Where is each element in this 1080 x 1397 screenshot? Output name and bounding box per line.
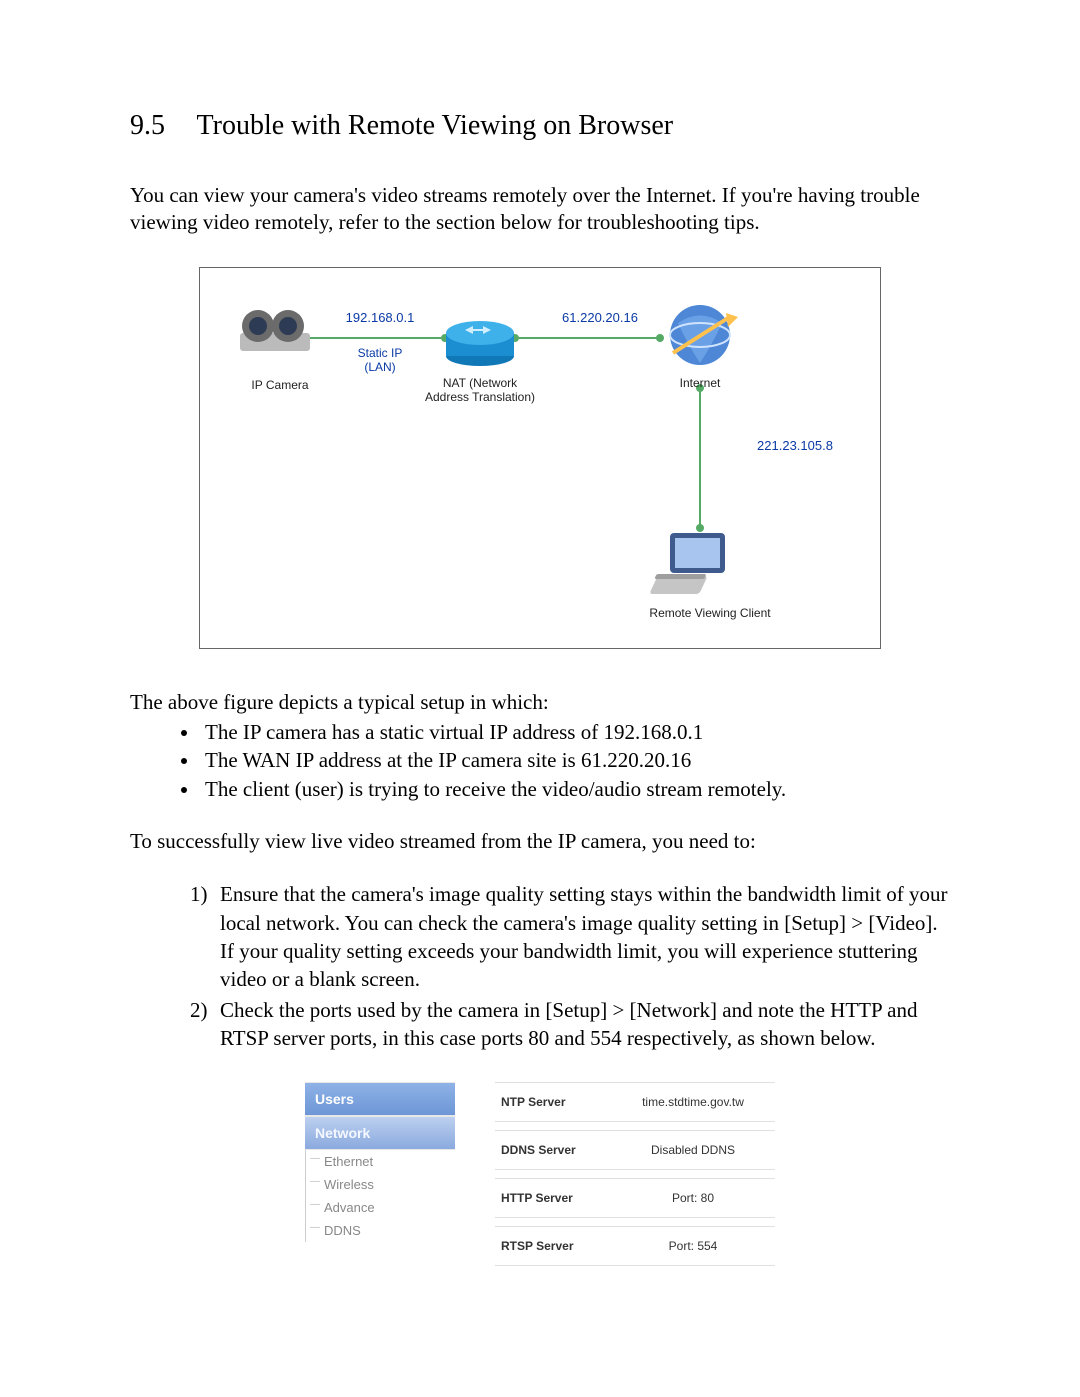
settings-key: HTTP Server xyxy=(495,1191,611,1205)
settings-nav: Users Network Ethernet Wireless Advance … xyxy=(305,1082,455,1274)
settings-table: NTP Server time.stdtime.gov.tw DDNS Serv… xyxy=(495,1082,775,1274)
network-diagram-wrap: IP Camera 192.168.0.1 Static IP (LAN) NA… xyxy=(130,267,950,649)
settings-key: NTP Server xyxy=(495,1095,611,1109)
settings-row-rtsp: RTSP Server Port: 554 xyxy=(495,1226,775,1266)
settings-value: Disabled DDNS xyxy=(611,1143,775,1157)
page: 9.5 Trouble with Remote Viewing on Brows… xyxy=(0,0,1080,1334)
client-label: Remote Viewing Client xyxy=(630,606,790,620)
step-item: Check the ports used by the camera in [S… xyxy=(190,996,950,1053)
network-diagram: IP Camera 192.168.0.1 Static IP (LAN) NA… xyxy=(199,267,881,649)
nav-sub-ethernet[interactable]: Ethernet xyxy=(305,1150,455,1173)
step-item: Ensure that the camera's image quality s… xyxy=(190,880,950,993)
settings-value: Port: 554 xyxy=(611,1239,775,1253)
settings-value: Port: 80 xyxy=(611,1191,775,1205)
static-ip-sub: Static IP (LAN) xyxy=(340,346,420,374)
client-pc-icon xyxy=(649,533,725,594)
settings-row-http: HTTP Server Port: 80 xyxy=(495,1178,775,1218)
settings-row-ddns: DDNS Server Disabled DDNS xyxy=(495,1130,775,1170)
settings-value: time.stdtime.gov.tw xyxy=(611,1095,775,1109)
section-heading: 9.5 Trouble with Remote Viewing on Brows… xyxy=(130,110,950,142)
nav-sub-ddns[interactable]: DDNS xyxy=(305,1219,455,1242)
ip-camera-label: IP Camera xyxy=(240,378,320,392)
settings-screenshot: Users Network Ethernet Wireless Advance … xyxy=(130,1082,950,1274)
wan-ip-value: 61.220.20.16 xyxy=(550,310,650,325)
static-ip-value: 192.168.0.1 xyxy=(330,310,430,325)
section-number: 9.5 xyxy=(130,110,190,142)
bullet-item: The IP camera has a static virtual IP ad… xyxy=(200,718,950,746)
settings-key: DDNS Server xyxy=(495,1143,611,1157)
ip-camera-icon xyxy=(240,310,310,351)
nav-sub-wireless[interactable]: Wireless xyxy=(305,1173,455,1196)
intro-paragraph: You can view your camera's video streams… xyxy=(130,182,950,237)
bullet-item: The client (user) is trying to receive t… xyxy=(200,775,950,803)
bullet-item: The WAN IP address at the IP camera site… xyxy=(200,746,950,774)
internet-icon xyxy=(670,305,738,365)
nav-users[interactable]: Users xyxy=(305,1082,455,1116)
nav-sub-advance[interactable]: Advance xyxy=(305,1196,455,1219)
internet-label: Internet xyxy=(670,376,730,390)
setup-bullets: The IP camera has a static virtual IP ad… xyxy=(130,718,950,803)
client-ip-value: 221.23.105.8 xyxy=(740,438,850,453)
steps-list: Ensure that the camera's image quality s… xyxy=(130,880,950,1052)
diagram-svg xyxy=(200,268,880,648)
nav-network[interactable]: Network xyxy=(305,1116,455,1150)
settings-key: RTSP Server xyxy=(495,1239,611,1253)
router-icon xyxy=(446,321,514,366)
settings-row-ntp: NTP Server time.stdtime.gov.tw xyxy=(495,1082,775,1122)
section-title: Trouble with Remote Viewing on Browser xyxy=(197,110,674,141)
after-diagram-text: The above figure depicts a typical setup… xyxy=(130,689,950,716)
pre-steps-text: To successfully view live video streamed… xyxy=(130,828,950,855)
nat-label: NAT (Network Address Translation) xyxy=(420,376,540,404)
